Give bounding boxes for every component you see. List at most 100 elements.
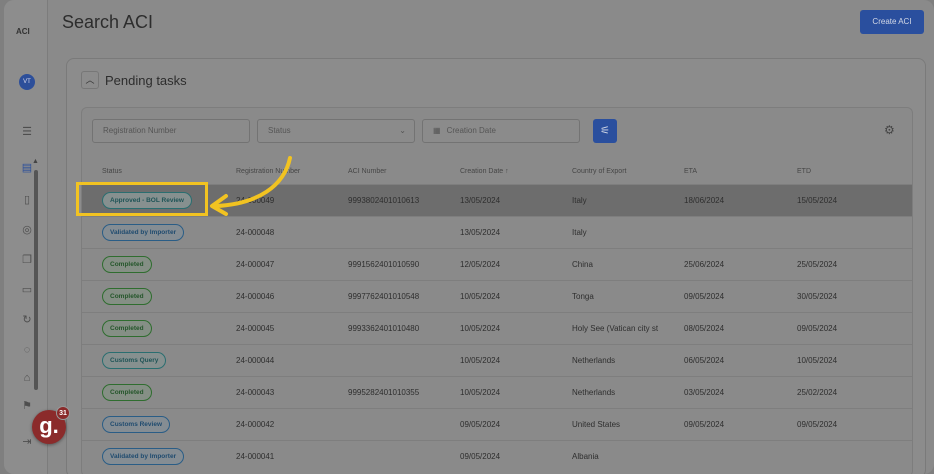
aci-number-cell: 9997762401010548 (348, 292, 420, 301)
create-aci-button[interactable]: Create ACI (860, 10, 924, 34)
table-row[interactable]: Customs Query 24-000044 10/05/2024 Netherla… (82, 344, 912, 376)
status-select[interactable]: Status ⌄ (257, 119, 415, 143)
eta-cell: 08/05/2024 (684, 324, 725, 333)
table-row[interactable]: Completed 24-000046 9997762401010548 10/05/… (82, 280, 912, 312)
registration-cell: 24-000041 (236, 452, 275, 461)
registration-cell: 24-000044 (236, 356, 275, 365)
filter-settings-button[interactable]: ⚟ (593, 119, 617, 143)
eta-cell: 25/06/2024 (684, 260, 725, 269)
document-icon[interactable]: ▤ (21, 162, 33, 174)
status-select-label: Status (268, 126, 291, 135)
registration-cell: 24-000042 (236, 420, 275, 429)
etd-cell: 25/05/2024 (797, 260, 838, 269)
registration-cell: 24-000048 (236, 228, 275, 237)
column-header-status[interactable]: Status (102, 168, 122, 175)
sidebar-scrollbar[interactable] (34, 170, 38, 390)
country-cell: Holy See (Vatican city st (572, 324, 659, 333)
creation-date-cell: 12/05/2024 (460, 260, 501, 269)
table-row[interactable]: Customs Review 24-000042 09/05/2024 United … (82, 408, 912, 440)
guide-badge[interactable]: g. 31 (32, 406, 70, 444)
table-row[interactable]: Validated by Importer 24-000048 13/05/2024… (82, 216, 912, 248)
table-row[interactable]: Completed 24-000043 9995282401010355 10/05/… (82, 376, 912, 408)
app-logo: ACI (16, 27, 30, 36)
country-cell: Italy (572, 196, 587, 205)
filter-icon[interactable]: ☰ (21, 126, 33, 138)
aci-number-cell: 9991562401010590 (348, 260, 420, 269)
eta-cell: 06/05/2024 (684, 356, 725, 365)
gear-icon[interactable]: ⚙ (884, 123, 895, 137)
column-header-aci-number[interactable]: ACI Number (348, 168, 387, 175)
collapse-chevron-icon[interactable]: ︿ (81, 71, 99, 89)
registration-cell: 24-000047 (236, 260, 275, 269)
copy-icon[interactable]: ❐ (21, 254, 33, 266)
table-row[interactable]: Completed 24-000047 9991562401010590 12/05/… (82, 248, 912, 280)
creation-date-cell: 10/05/2024 (460, 292, 501, 301)
registration-cell: 24-000043 (236, 388, 275, 397)
status-badge[interactable]: Customs Review (102, 416, 171, 433)
column-header-eta[interactable]: ETA (684, 168, 697, 175)
status-badge[interactable]: Customs Query (102, 352, 167, 369)
creation-date-label: Creation Date (446, 126, 496, 135)
eta-cell: 03/05/2024 (684, 388, 725, 397)
eta-cell: 09/05/2024 (684, 292, 725, 301)
country-cell: Netherlands (572, 356, 616, 365)
creation-date-cell: 13/05/2024 (460, 196, 501, 205)
country-cell: China (572, 260, 593, 269)
aci-number-cell: 9993802401010613 (348, 196, 420, 205)
country-cell: Tonga (572, 292, 594, 301)
creation-date-cell: 09/05/2024 (460, 452, 501, 461)
creation-date-cell: 10/05/2024 (460, 356, 501, 365)
etd-cell: 09/05/2024 (797, 420, 838, 429)
file-icon[interactable]: ▯ (21, 194, 33, 206)
status-badge[interactable]: Validated by Importer (102, 448, 185, 465)
status-badge[interactable]: Completed (102, 288, 152, 305)
user-icon[interactable]: ⌂ (21, 372, 33, 384)
page-title: Search ACI (62, 12, 154, 32)
creation-date-input[interactable]: ▦ Creation Date (422, 119, 580, 143)
creation-date-cell: 10/05/2024 (460, 324, 501, 333)
globe-icon[interactable]: ◎ (21, 224, 33, 236)
eta-cell: 18/06/2024 (684, 196, 725, 205)
etd-cell: 30/05/2024 (797, 292, 838, 301)
chevron-down-icon: ⌄ (399, 126, 406, 135)
aci-number-cell: 9993362401010480 (348, 324, 420, 333)
chat-icon[interactable]: ◌ (21, 344, 33, 356)
table-row[interactable]: Validated by Importer 24-000041 09/05/2024… (82, 440, 912, 472)
pending-tasks-panel: ︿ Pending tasks Registration Number Stat… (66, 58, 926, 474)
column-header-creation-date[interactable]: Creation Date ↑ (460, 168, 509, 175)
etd-cell: 09/05/2024 (797, 324, 838, 333)
etd-cell: 10/05/2024 (797, 356, 838, 365)
column-header-country[interactable]: Country of Export (572, 168, 626, 175)
panel-title: Pending tasks (105, 73, 187, 88)
calendar-icon: ▦ (433, 126, 441, 135)
app-window: ACI VT ☰ ▲ ▤ ▯ ◎ ❐ ▭ ↻ ◌ ⌂ ⚑ ⇥ g. 31 Sea… (4, 0, 934, 474)
registration-cell: 24-000045 (236, 324, 275, 333)
report-icon[interactable]: ▭ (21, 284, 33, 296)
highlight-box (76, 182, 208, 216)
table-row[interactable]: Completed 24-000045 9993362401010480 10/05/… (82, 312, 912, 344)
creation-date-cell: 13/05/2024 (460, 228, 501, 237)
sidebar: ACI VT ☰ ▲ ▤ ▯ ◎ ❐ ▭ ↻ ◌ ⌂ ⚑ ⇥ (4, 0, 48, 474)
creation-date-cell: 09/05/2024 (460, 420, 501, 429)
status-badge[interactable]: Completed (102, 256, 152, 273)
registration-number-input[interactable]: Registration Number (92, 119, 250, 143)
aci-number-cell: 9995282401010355 (348, 388, 420, 397)
status-badge[interactable]: Completed (102, 320, 152, 337)
etd-cell: 25/02/2024 (797, 388, 838, 397)
avatar[interactable]: VT (19, 74, 35, 90)
status-badge[interactable]: Completed (102, 384, 152, 401)
column-header-etd[interactable]: ETD (797, 168, 811, 175)
eta-cell: 09/05/2024 (684, 420, 725, 429)
country-cell: Netherlands (572, 388, 616, 397)
guide-count: 31 (56, 406, 70, 420)
country-cell: United States (572, 420, 621, 429)
scroll-up-icon[interactable]: ▲ (32, 158, 39, 165)
flag-icon[interactable]: ⚑ (21, 400, 33, 412)
refresh-icon[interactable]: ↻ (21, 314, 33, 326)
status-badge[interactable]: Validated by Importer (102, 224, 185, 241)
country-cell: Albania (572, 452, 599, 461)
pointer-arrow-icon (210, 156, 292, 216)
guide-letter: g. (39, 413, 59, 438)
country-cell: Italy (572, 228, 587, 237)
logout-icon[interactable]: ⇥ (21, 436, 33, 448)
